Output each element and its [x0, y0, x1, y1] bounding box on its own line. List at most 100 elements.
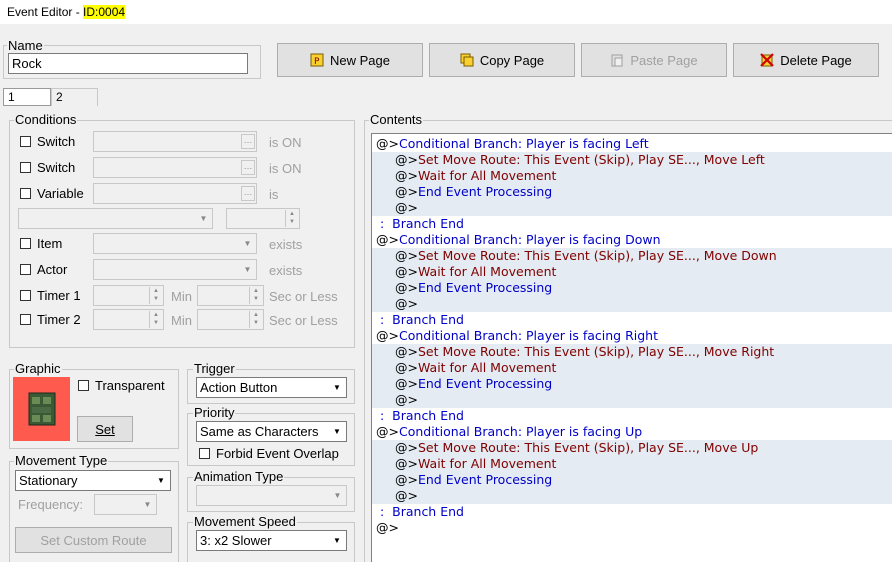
tab-1-label: 1 [8, 90, 15, 104]
event-command-row[interactable]: @> [372, 520, 892, 536]
tab-underline [3, 105, 50, 106]
event-command-row[interactable]: @>Set Move Route: This Event (Skip), Pla… [372, 440, 892, 456]
command-prefix: @> [395, 392, 418, 407]
event-command-row[interactable]: @>Wait for All Movement [372, 168, 892, 184]
tab-2[interactable]: 2 [51, 88, 98, 106]
timer1-sec-spinner[interactable]: ▲ ▼ [197, 285, 264, 306]
event-command-row[interactable]: @> [372, 392, 892, 408]
variable-field[interactable]: … [93, 183, 257, 204]
variable-value-spinner[interactable]: ▲ ▼ [226, 208, 300, 229]
title-bar: Event Editor - ID:0004 [0, 0, 892, 24]
tab-2-label: 2 [56, 90, 63, 104]
event-command-row[interactable]: @> [372, 296, 892, 312]
event-command-row[interactable]: @>Conditional Branch: Player is facing R… [372, 328, 892, 344]
command-prefix: @> [395, 248, 418, 263]
actor-checkbox[interactable] [20, 264, 31, 275]
timer1-min-spinner[interactable]: ▲ ▼ [93, 285, 164, 306]
variable-checkbox[interactable] [20, 188, 31, 199]
new-page-button[interactable]: P New Page [277, 43, 423, 77]
event-command-row[interactable]: @>Wait for All Movement [372, 360, 892, 376]
event-command-row[interactable]: @>Set Move Route: This Event (Skip), Pla… [372, 248, 892, 264]
command-prefix: @> [395, 280, 418, 295]
item-checkbox[interactable] [20, 238, 31, 249]
chevron-down-icon: ▼ [333, 383, 341, 392]
forbid-overlap-label: Forbid Event Overlap [216, 446, 339, 461]
command-prefix: @> [395, 296, 418, 311]
command-text: Conditional Branch: Player is facing Dow… [398, 232, 661, 247]
forbid-overlap-checkbox[interactable] [199, 448, 210, 459]
event-command-row[interactable]: @>End Event Processing [372, 472, 892, 488]
switch1-checkbox[interactable] [20, 136, 31, 147]
transparent-checkbox[interactable] [78, 380, 89, 391]
command-text: Branch End [392, 312, 464, 327]
movement-speed-label: Movement Speed [193, 514, 297, 529]
event-command-row[interactable]: : Branch End [372, 312, 892, 328]
switch2-browse-button[interactable]: … [241, 160, 255, 175]
command-prefix: @> [376, 424, 399, 439]
timer1-checkbox[interactable] [20, 290, 31, 301]
set-custom-route-button[interactable]: Set Custom Route [15, 527, 172, 553]
timer2-min-spinner[interactable]: ▲ ▼ [93, 309, 164, 330]
switch2-field[interactable]: … [93, 157, 257, 178]
movement-speed-select[interactable]: 3: x2 Slower ▼ [196, 530, 347, 551]
priority-label: Priority [193, 405, 236, 420]
event-command-row[interactable]: @>Conditional Branch: Player is facing L… [372, 136, 892, 152]
paste-page-button[interactable]: Paste Page [581, 43, 727, 77]
command-prefix: @> [376, 232, 399, 247]
event-command-row[interactable]: @>Set Move Route: This Event (Skip), Pla… [372, 152, 892, 168]
event-command-row[interactable]: : Branch End [372, 216, 892, 232]
set-graphic-button[interactable]: Set [77, 416, 133, 442]
switch1-browse-button[interactable]: … [241, 134, 255, 149]
spinner-arrows-icon: ▲ ▼ [285, 210, 298, 227]
timer2-checkbox[interactable] [20, 314, 31, 325]
tab-1[interactable]: 1 [3, 88, 51, 106]
command-text: Conditional Branch: Player is facing Up [398, 424, 643, 439]
name-input[interactable]: Rock [8, 53, 248, 74]
animation-type-select[interactable]: ▼ [196, 485, 347, 506]
event-command-row[interactable]: @>Conditional Branch: Player is facing U… [372, 424, 892, 440]
movement-type-select[interactable]: Stationary ▼ [15, 470, 171, 491]
trigger-select[interactable]: Action Button ▼ [196, 377, 347, 398]
command-prefix: : [376, 216, 393, 231]
paste-page-icon [610, 53, 624, 67]
command-text: Branch End [392, 408, 464, 423]
item-select[interactable]: ▼ [93, 233, 257, 254]
timer1-sec-label: Sec or Less [269, 289, 338, 304]
graphic-preview[interactable] [13, 377, 70, 441]
event-command-row[interactable]: : Branch End [372, 504, 892, 520]
command-prefix: : [376, 504, 393, 519]
event-command-row[interactable]: @>Wait for All Movement [372, 264, 892, 280]
copy-page-button[interactable]: Copy Page [429, 43, 575, 77]
event-command-row[interactable]: @>Wait for All Movement [372, 456, 892, 472]
timer2-min-label: Min [171, 313, 192, 328]
event-command-row[interactable]: @>End Event Processing [372, 184, 892, 200]
command-text: Branch End [392, 216, 464, 231]
variable-browse-button[interactable]: … [241, 186, 255, 201]
priority-select[interactable]: Same as Characters ▼ [196, 421, 347, 442]
event-command-row[interactable]: @>End Event Processing [372, 280, 892, 296]
event-command-row[interactable]: : Branch End [372, 408, 892, 424]
command-prefix: @> [395, 264, 418, 279]
priority-value: Same as Characters [200, 424, 319, 439]
timer2-sec-spinner[interactable]: ▲ ▼ [197, 309, 264, 330]
event-command-row[interactable]: @> [372, 200, 892, 216]
command-text: Set Move Route: This Event (Skip), Play … [417, 248, 777, 263]
event-command-row[interactable]: @>End Event Processing [372, 376, 892, 392]
window-title: Event Editor - [7, 5, 84, 19]
switch1-field[interactable]: … [93, 131, 257, 152]
command-text: Branch End [392, 504, 464, 519]
frequency-select[interactable]: ▼ [94, 494, 157, 515]
new-page-label: New Page [330, 52, 390, 68]
event-command-row[interactable]: @> [372, 488, 892, 504]
event-command-row[interactable]: @>Conditional Branch: Player is facing D… [372, 232, 892, 248]
contents-label: Contents [369, 112, 424, 127]
animation-type-label: Animation Type [193, 469, 285, 484]
command-text: Set Move Route: This Event (Skip), Play … [417, 440, 759, 455]
contents-list[interactable]: @>Conditional Branch: Player is facing L… [371, 133, 892, 562]
variable-is: is [269, 187, 279, 202]
event-command-row[interactable]: @>Set Move Route: This Event (Skip), Pla… [372, 344, 892, 360]
switch2-checkbox[interactable] [20, 162, 31, 173]
delete-page-button[interactable]: Delete Page [733, 43, 879, 77]
actor-select[interactable]: ▼ [93, 259, 257, 280]
variable-operator-select[interactable]: ▼ [18, 208, 213, 229]
